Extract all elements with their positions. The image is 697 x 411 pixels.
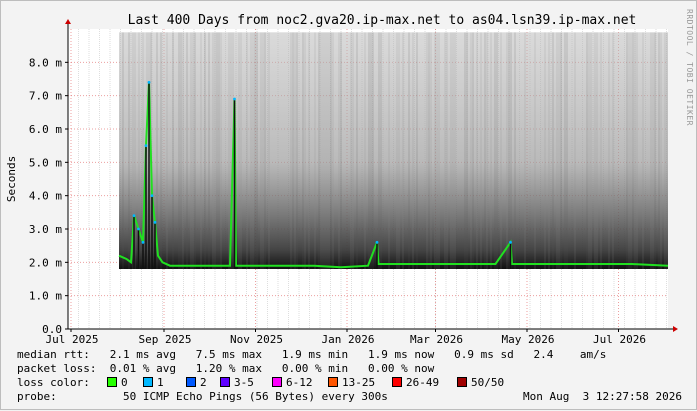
x-tick-label: Jul 2026 xyxy=(593,333,646,346)
loss-dot xyxy=(233,97,236,101)
y-tick-label: 1.0 m xyxy=(29,290,62,303)
legend-item-label: 13-25 xyxy=(342,376,376,389)
legend-item-label: 3-5 xyxy=(234,376,254,389)
legend-item-loss-0: 0 xyxy=(107,376,128,389)
x-tick-label: Jan 2026 xyxy=(322,333,375,346)
x-tick-label: Nov 2025 xyxy=(230,333,283,346)
chart-title: Last 400 Days from noc2.gva20.ip-max.net… xyxy=(128,13,637,28)
legend-item-loss-3-5: 3-5 xyxy=(220,376,254,389)
loss-dot xyxy=(147,80,151,84)
legend-item-loss-50: 50/50 xyxy=(457,376,504,389)
legend-item-label: 6-12 xyxy=(286,376,313,389)
legend-swatch xyxy=(107,377,117,387)
graph-timestamp: Mon Aug 3 12:27:58 2026 xyxy=(523,390,682,403)
x-tick-label: Jul 2025 xyxy=(46,333,99,346)
legend-swatch xyxy=(457,377,467,387)
y-axis-label: Seconds xyxy=(5,156,18,202)
loss-dot xyxy=(150,194,154,198)
loss-dot xyxy=(141,240,145,244)
loss-dot xyxy=(137,227,140,231)
legend-swatch xyxy=(220,377,230,387)
legend-swatch xyxy=(272,377,282,387)
x-tick-label: Sep 2025 xyxy=(139,333,192,346)
legend-item-loss-13-25: 13-25 xyxy=(328,376,375,389)
legend-item-loss-26-49: 26-49 xyxy=(392,376,439,389)
legend-swatch xyxy=(143,377,153,387)
y-tick-label: 8.0 m xyxy=(29,56,62,69)
legend-item-loss-2: 2 xyxy=(186,376,207,389)
loss-dot xyxy=(144,144,148,148)
y-axis-arrow xyxy=(65,19,71,24)
loss-color-label: loss color: xyxy=(17,376,90,389)
legend-item-loss-1: 1 xyxy=(143,376,164,389)
legend-swatch xyxy=(392,377,402,387)
median-rtt-stats: median rtt: 2.1 ms avg 7.5 ms max 1.9 ms… xyxy=(17,348,607,361)
legend-item-label: 2 xyxy=(200,376,207,389)
probe-info: probe: 50 ICMP Echo Pings (56 Bytes) eve… xyxy=(17,390,388,403)
legend-item-label: 50/50 xyxy=(471,376,505,389)
y-tick-label: 5.0 m xyxy=(29,156,62,169)
watermark: RRDTOOL / TOBI OETIKER xyxy=(685,9,694,126)
packet-loss-stats: packet loss: 0.01 % avg 1.20 % max 0.00 … xyxy=(17,362,435,375)
loss-dot xyxy=(375,240,379,244)
probe-description: 50 ICMP Echo Pings (56 Bytes) every 300s xyxy=(122,390,388,403)
legend-item-label: 0 xyxy=(121,376,128,389)
legend-item-label: 1 xyxy=(157,376,164,389)
y-tick-label: 6.0 m xyxy=(29,123,62,136)
x-tick-label: Mar 2026 xyxy=(410,333,463,346)
y-tick-label: 7.0 m xyxy=(29,90,62,103)
y-tick-label: 3.0 m xyxy=(29,223,62,236)
y-tick-label: 2.0 m xyxy=(29,256,62,269)
loss-dot xyxy=(132,214,136,218)
legend-item-label: 26-49 xyxy=(406,376,440,389)
graph-frame: 0.0 1.0 m 2.0 m 3.0 m 4.0 m 5.0 m 6.0 m 7.0 m 8.… xyxy=(0,0,697,410)
probe-label: probe: xyxy=(17,390,57,403)
legend-swatch xyxy=(328,377,338,387)
y-tick-label: 4.0 m xyxy=(29,190,62,203)
x-tick-label: May 2026 xyxy=(502,333,555,346)
legend-item-loss-6-12: 6-12 xyxy=(272,376,313,389)
loss-dot xyxy=(153,220,157,224)
legend-swatch xyxy=(186,377,196,387)
loss-dot xyxy=(509,240,512,244)
x-axis-arrow xyxy=(673,326,678,332)
